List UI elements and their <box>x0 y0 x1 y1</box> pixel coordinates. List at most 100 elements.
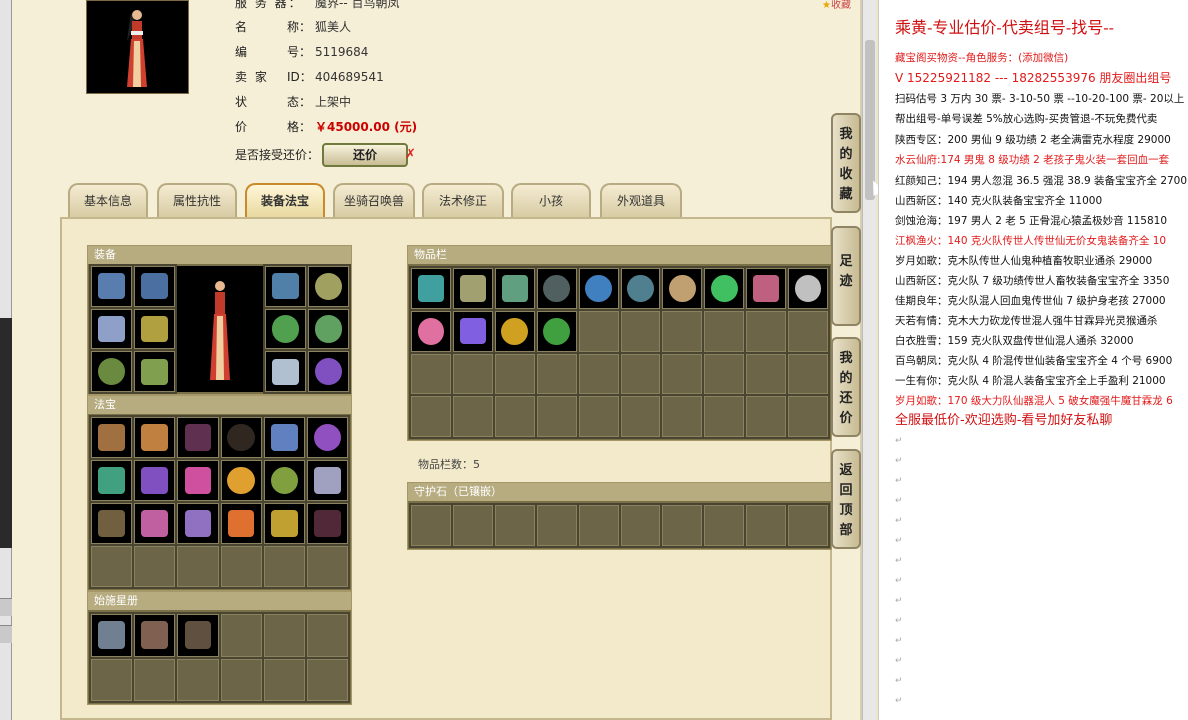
tab-basic-info[interactable]: 基本信息 <box>68 183 148 217</box>
tab-appearance[interactable]: 外观道具 <box>600 183 682 217</box>
treasure-slot[interactable] <box>177 460 219 501</box>
equip-slot[interactable] <box>308 351 349 392</box>
footprints-button[interactable]: 足迹 <box>831 226 861 326</box>
treasure-slot[interactable] <box>177 503 219 544</box>
inventory-slot-empty <box>578 353 619 395</box>
return-mark: ↵ <box>895 436 903 446</box>
equip-slot[interactable] <box>134 308 175 350</box>
tab-mounts-pets[interactable]: 坐骑召唤兽 <box>333 183 415 217</box>
treasure-slot[interactable] <box>134 460 176 501</box>
inventory-item[interactable] <box>620 268 661 309</box>
atlas-slot-empty <box>134 658 176 701</box>
scrollbar-thumb[interactable] <box>865 40 875 200</box>
treasure-slot[interactable] <box>306 417 348 458</box>
my-offers-button[interactable]: 我的还价 <box>831 337 861 437</box>
equip-slot[interactable] <box>265 351 306 392</box>
treasure-slot-empty <box>220 546 262 587</box>
tab-spell-correction[interactable]: 法术修正 <box>422 183 504 217</box>
treasure-slot[interactable] <box>91 503 133 544</box>
inventory-slot-empty <box>662 396 703 437</box>
inventory-slot-empty <box>494 353 535 395</box>
status-row: 状态： 上架中 <box>235 95 352 109</box>
atlas-slot-empty <box>91 658 133 701</box>
server-row: 服 务 器： 魔界-- 百鸟朝凤 <box>235 0 400 10</box>
treasure-slot[interactable] <box>91 417 133 458</box>
equip-slot[interactable] <box>91 308 132 350</box>
inventory-item[interactable] <box>411 310 451 352</box>
notes-line: V 15225921182 --- 18282553976 朋友圈出组号 <box>895 71 1172 85</box>
atlas-card[interactable] <box>91 614 133 657</box>
tab-attributes[interactable]: 属性抗性 <box>157 183 237 217</box>
inventory-item[interactable] <box>662 268 703 309</box>
back-to-top-button[interactable]: 返回顶部 <box>831 449 861 549</box>
inventory-item[interactable] <box>704 268 745 309</box>
inventory-item[interactable] <box>452 268 493 309</box>
equip-slot[interactable] <box>265 308 306 350</box>
left-window-strip <box>0 0 12 720</box>
inventory-item[interactable] <box>452 310 493 352</box>
treasure-slot[interactable] <box>263 417 305 458</box>
equip-slot[interactable] <box>308 308 349 350</box>
haggle-no-icon: ✗ <box>405 147 416 162</box>
atlas-card[interactable] <box>177 614 219 657</box>
equip-slot[interactable] <box>265 266 306 307</box>
guard-stone-slot <box>536 505 577 546</box>
equip-slot[interactable] <box>308 266 349 307</box>
treasure-slot[interactable] <box>306 460 348 501</box>
inventory-count: 物品栏数：5 <box>418 458 480 471</box>
return-mark: ↵ <box>895 456 903 466</box>
notes-line: 全服最低价-欢迎选购-看号加好友私聊 <box>895 413 1113 428</box>
inventory-item[interactable] <box>411 268 451 309</box>
treasure-slot[interactable] <box>220 460 262 501</box>
inventory-item[interactable] <box>536 268 577 309</box>
notes-line: 剑蚀沧海：197 男人 2 老 5 正骨混心猿孟极妙音 115810 <box>895 215 1168 227</box>
tab-equipment[interactable]: 装备法宝 <box>245 183 325 217</box>
haggle-button[interactable]: 还价 <box>322 143 408 167</box>
inventory-item[interactable] <box>494 310 535 352</box>
treasure-slot[interactable] <box>91 460 133 501</box>
treasure-slot[interactable] <box>177 417 219 458</box>
treasure-slot[interactable] <box>263 460 305 501</box>
guard-stone-panel-title: 守护石（已镶嵌） <box>408 483 831 501</box>
my-favorites-button[interactable]: 我的收藏 <box>831 113 861 213</box>
notes-pane: 乘黄-专业估价-代卖组号-找号-- 藏宝阁买物资--角色服务：(添加微信) V … <box>878 0 1188 720</box>
tab-child[interactable]: 小孩 <box>511 183 591 217</box>
id-row: 编号： 5119684 <box>235 45 369 59</box>
treasure-slot[interactable] <box>134 503 176 544</box>
inventory-slot-empty <box>578 396 619 437</box>
treasure-slot[interactable] <box>220 503 262 544</box>
inventory-slot-empty <box>452 353 493 395</box>
equip-slot[interactable] <box>91 351 132 392</box>
equip-slot[interactable] <box>134 266 175 307</box>
inventory-panel-title: 物品栏 <box>408 246 831 264</box>
inventory-item[interactable] <box>788 268 828 309</box>
inventory-slot-empty <box>746 396 787 437</box>
notes-line: 山西新区：克火队 7 级功绩传世人畜牧装备宝宝齐全 3350 <box>895 275 1170 287</box>
atlas-slot-empty <box>177 658 219 701</box>
main-scrollbar[interactable] <box>862 0 876 720</box>
inventory-slot-empty <box>620 310 661 352</box>
inventory-item[interactable] <box>746 268 787 309</box>
return-mark: ↵ <box>895 676 903 686</box>
inventory-item[interactable] <box>536 310 577 352</box>
guard-stone-slot <box>411 505 451 546</box>
treasure-slot[interactable] <box>263 503 305 544</box>
atlas-card[interactable] <box>134 614 176 657</box>
treasure-slot[interactable] <box>306 503 348 544</box>
treasure-slot[interactable] <box>134 417 176 458</box>
return-mark: ↵ <box>895 476 903 486</box>
treasure-grid <box>89 415 350 589</box>
inventory-item[interactable] <box>578 268 619 309</box>
inventory-slot-empty <box>662 310 703 352</box>
inventory-grid <box>409 266 830 439</box>
character-figure-icon <box>127 10 147 87</box>
guard-stone-slot <box>662 505 703 546</box>
treasure-slot[interactable] <box>220 417 262 458</box>
inventory-item[interactable] <box>494 268 535 309</box>
equip-slot[interactable] <box>91 266 132 307</box>
favorite-link[interactable]: ★收藏 <box>822 0 851 11</box>
equip-slot[interactable] <box>134 351 175 392</box>
inventory-slot-empty <box>578 310 619 352</box>
price-row: 价格： ￥45000.00 (元) <box>235 120 418 134</box>
notes-title: 乘黄-专业估价-代卖组号-找号-- <box>895 18 1115 37</box>
